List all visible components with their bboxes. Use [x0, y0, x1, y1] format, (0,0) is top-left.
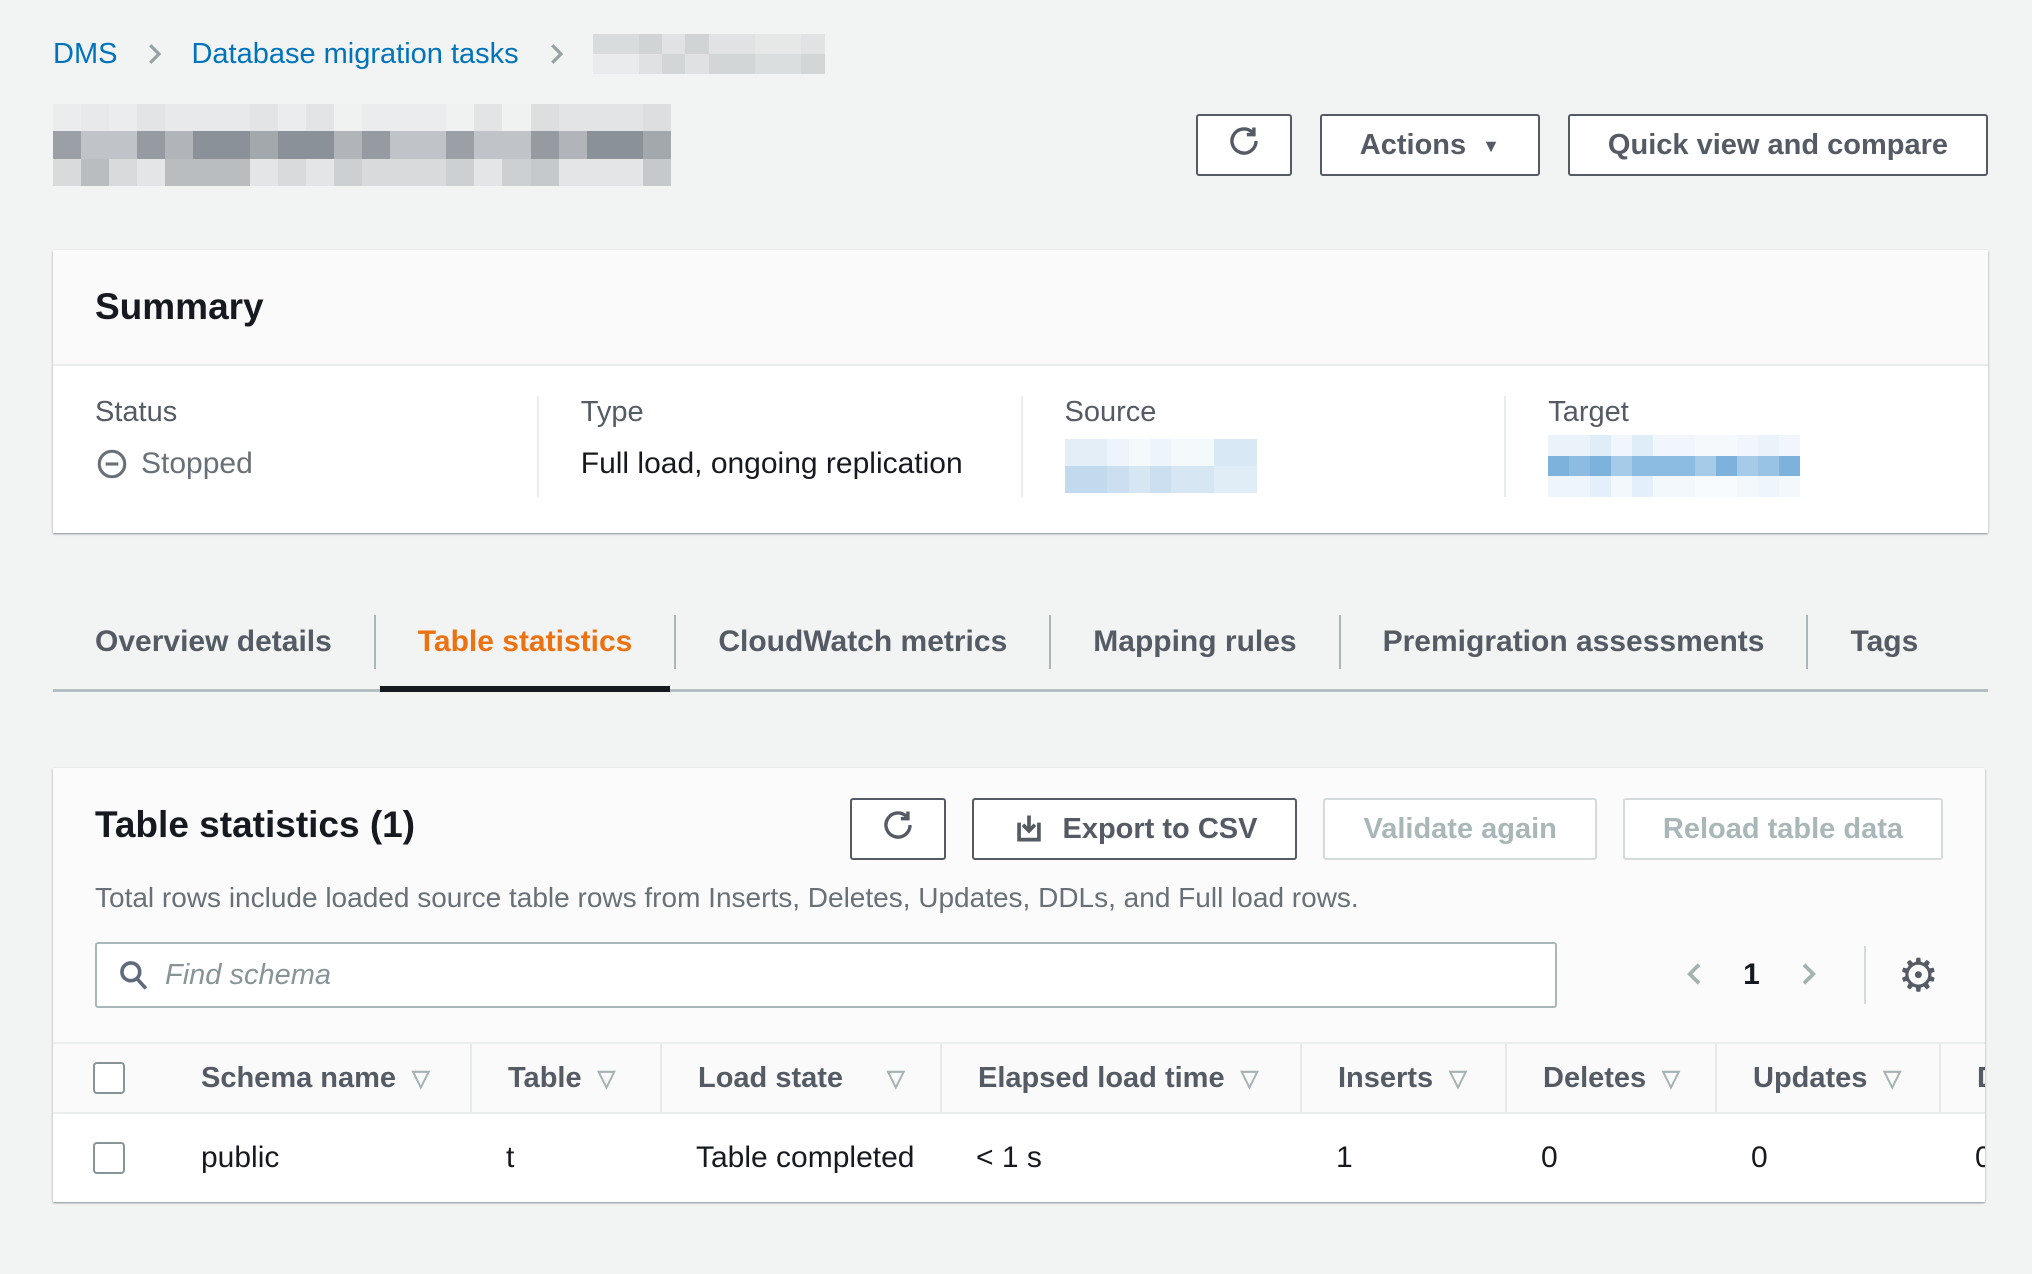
page-title-redacted: [53, 104, 671, 186]
cell-load-state: Table completed: [660, 1141, 940, 1175]
table-statistics-panel: Table statistics (1): [53, 768, 1985, 1202]
col-header-schema-name[interactable]: Schema name▽: [165, 1044, 470, 1112]
tab-cloudwatch-metrics[interactable]: CloudWatch metrics: [674, 615, 1049, 669]
summary-field-status: Status Stopped: [53, 396, 537, 497]
tab-mapping-rules[interactable]: Mapping rules: [1049, 615, 1338, 669]
refresh-icon: [881, 808, 915, 850]
cell-table: t: [470, 1141, 660, 1175]
source-value-redacted: [1065, 439, 1257, 493]
filter-triangle-icon: ▽: [412, 1065, 430, 1092]
breadcrumb-link-dms[interactable]: DMS: [53, 38, 117, 71]
col-header-load-state[interactable]: Load state▽: [660, 1044, 940, 1112]
tab-premigration-assessments[interactable]: Premigration assessments: [1339, 615, 1807, 669]
pagination-next-button[interactable]: [1786, 952, 1830, 999]
page-number: 1: [1725, 958, 1778, 992]
filter-triangle-icon: ▽: [1883, 1065, 1901, 1092]
row-checkbox[interactable]: [93, 1142, 125, 1174]
summary-title: Summary: [95, 286, 1946, 328]
table-filter-row: 1 ⚙: [53, 914, 1985, 1042]
cell-elapsed-load-time: < 1 s: [940, 1141, 1300, 1175]
summary-body: Status Stopped Type Full load, ongoing r…: [53, 366, 1988, 533]
refresh-button[interactable]: [1196, 114, 1292, 176]
settings-button[interactable]: ⚙: [1894, 952, 1943, 998]
col-header-inserts[interactable]: Inserts▽: [1300, 1044, 1505, 1112]
select-all-checkbox[interactable]: [93, 1062, 125, 1094]
breadcrumb: DMS Database migration tasks: [53, 34, 1988, 74]
type-value: Full load, ongoing replication: [581, 447, 979, 481]
pagination-divider: [1864, 946, 1866, 1004]
status-value: Stopped: [141, 447, 253, 481]
table-header-row: Schema name▽ Table▽ Load state▽ Elapsed …: [53, 1042, 1985, 1114]
summary-field-type: Type Full load, ongoing replication: [537, 396, 1021, 497]
col-header-elapsed-load-time[interactable]: Elapsed load time▽: [940, 1044, 1300, 1112]
cell-inserts: 1: [1300, 1141, 1505, 1175]
stopped-icon: [95, 447, 129, 481]
table-statistics-buttons: Export to CSV Validate again Reload tabl…: [850, 798, 1943, 860]
export-csv-button[interactable]: Export to CSV: [972, 798, 1297, 860]
pagination: 1 ⚙: [1673, 946, 1943, 1004]
gear-icon: ⚙: [1898, 949, 1939, 1001]
col-header-deletes[interactable]: Deletes▽: [1505, 1044, 1715, 1112]
tab-table-statistics[interactable]: Table statistics: [374, 615, 675, 669]
quick-view-compare-button[interactable]: Quick view and compare: [1568, 114, 1988, 176]
dms-task-page: DMS Database migration tasks Actions ▼: [0, 0, 2032, 1202]
tab-tags[interactable]: Tags: [1806, 615, 1960, 669]
filter-triangle-icon: ▽: [887, 1065, 905, 1092]
filter-triangle-icon: ▽: [1662, 1065, 1680, 1092]
caret-down-icon: ▼: [1482, 136, 1500, 157]
actions-button[interactable]: Actions ▼: [1320, 114, 1540, 176]
target-label: Target: [1548, 396, 1946, 429]
source-label: Source: [1065, 396, 1463, 429]
table-statistics-description: Total rows include loaded source table r…: [95, 882, 1943, 914]
target-value-redacted: [1548, 435, 1800, 497]
table-clip: Schema name▽ Table▽ Load state▽ Elapsed …: [53, 1042, 1985, 1202]
summary-field-target: Target: [1504, 396, 1988, 497]
schema-search: [95, 942, 1557, 1008]
chevron-right-icon: [541, 39, 571, 69]
summary-header: Summary: [53, 250, 1988, 366]
tab-bar: Overview details Table statistics CloudW…: [53, 615, 1988, 692]
filter-triangle-icon: ▽: [1449, 1065, 1467, 1092]
type-label: Type: [581, 396, 979, 429]
cell-schema-name: public: [165, 1141, 470, 1175]
status-label: Status: [95, 396, 495, 429]
download-icon: [1012, 812, 1046, 846]
page-actions: Actions ▼ Quick view and compare: [1196, 114, 1988, 176]
table-statistics-title: Table statistics (1): [95, 798, 415, 846]
row-select-cell: [53, 1114, 165, 1202]
cell-ddls: 0: [1939, 1141, 1985, 1175]
refresh-icon: [1227, 124, 1261, 166]
summary-field-source: Source: [1021, 396, 1505, 497]
tab-overview-details[interactable]: Overview details: [53, 615, 374, 669]
chevron-left-icon: [1679, 958, 1711, 993]
search-icon: [115, 956, 153, 999]
table-row: public t Table completed < 1 s 1 0 0 0: [53, 1114, 1985, 1202]
pagination-prev-button[interactable]: [1673, 952, 1717, 999]
chevron-right-icon: [1792, 958, 1824, 993]
page-header: Actions ▼ Quick view and compare: [53, 104, 1988, 186]
col-header-ddls[interactable]: DDLs▽: [1939, 1044, 1985, 1112]
filter-triangle-icon: ▽: [1241, 1065, 1259, 1092]
col-header-table[interactable]: Table▽: [470, 1044, 660, 1112]
cell-updates: 0: [1715, 1141, 1939, 1175]
filter-triangle-icon: ▽: [598, 1065, 616, 1092]
cell-deletes: 0: [1505, 1141, 1715, 1175]
summary-panel: Summary Status Stopped Type Full load, o…: [53, 250, 1988, 533]
chevron-right-icon: [139, 39, 169, 69]
reload-table-data-button[interactable]: Reload table data: [1623, 798, 1943, 860]
select-all-cell: [53, 1044, 165, 1112]
table-refresh-button[interactable]: [850, 798, 946, 860]
breadcrumb-current-redacted: [593, 34, 825, 74]
breadcrumb-link-tasks[interactable]: Database migration tasks: [191, 38, 518, 71]
validate-again-button[interactable]: Validate again: [1323, 798, 1596, 860]
col-header-updates[interactable]: Updates▽: [1715, 1044, 1939, 1112]
table-statistics-header: Table statistics (1): [53, 768, 1985, 914]
search-input[interactable]: [95, 942, 1557, 1008]
